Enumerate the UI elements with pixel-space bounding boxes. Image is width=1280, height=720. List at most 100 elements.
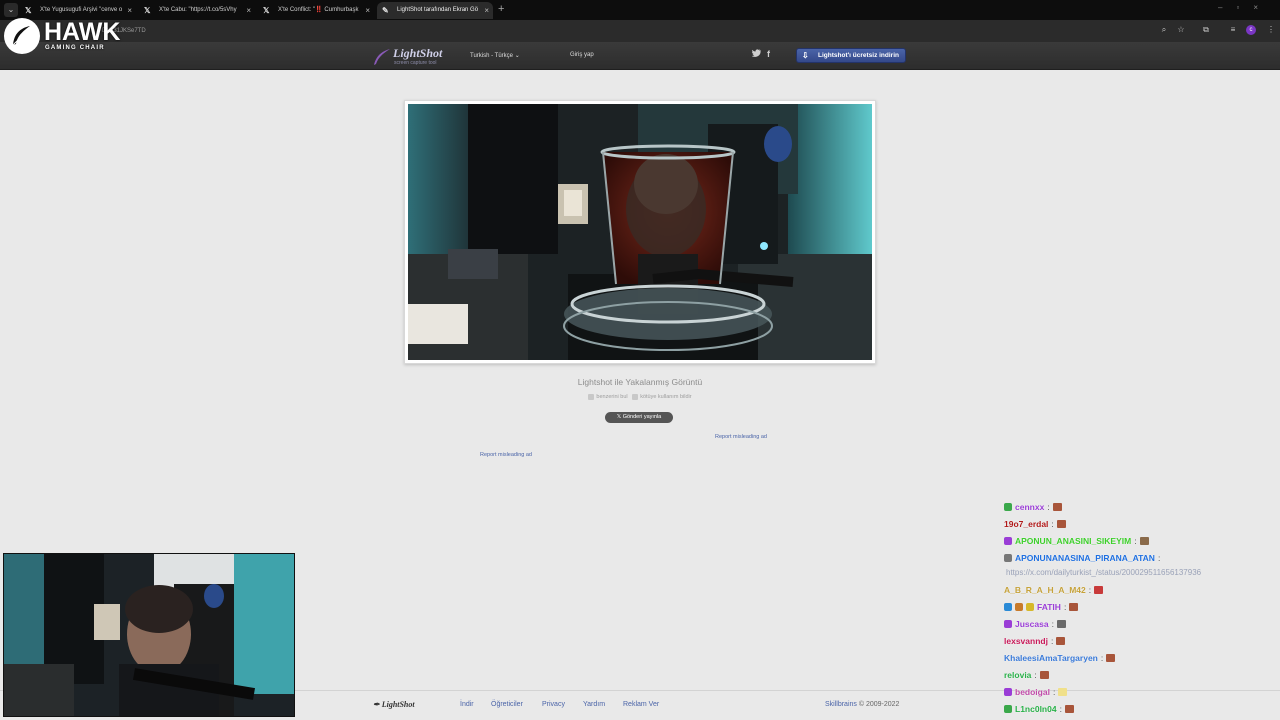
- browser-tab[interactable]: 𝕏 X'te Yugusugufi Arşivi "cenve o ×: [20, 2, 136, 19]
- hawk-logo-overlay: HAWK GAMING CHAIR: [4, 18, 120, 56]
- x-logo-icon: 𝕏: [263, 6, 270, 15]
- badge-icon: [1015, 603, 1023, 611]
- footer-link-help[interactable]: Yardım: [583, 701, 605, 708]
- lightshot-logo[interactable]: LightShot screen capture tool: [373, 46, 463, 68]
- badge-icon: [1026, 603, 1034, 611]
- subscriber-badge-icon: [1004, 503, 1012, 511]
- find-similar-link[interactable]: benzerini bul: [588, 394, 628, 401]
- report-abuse-link[interactable]: kötüye kullanım bildir: [632, 394, 692, 401]
- chat-message: relovia:: [1004, 670, 1049, 684]
- browser-tab-bar: ⌄ 𝕏 X'te Yugusugufi Arşivi "cenve o × 𝕏 …: [0, 0, 1280, 20]
- tab-title: LightShot tarafından Ekran Gö: [397, 7, 479, 13]
- similar-icon: [588, 394, 595, 400]
- emote-icon: [1039, 671, 1049, 679]
- tab-title: X'te Conflict: "‼️ Cumhurbaşk: [278, 7, 359, 13]
- emote-icon: [1064, 705, 1074, 713]
- share-post-button[interactable]: 𝕏 Gönderi yayınla: [605, 412, 673, 423]
- chat-separator: :: [1050, 636, 1054, 646]
- emote-icon: [1069, 603, 1079, 611]
- download-button[interactable]: ⇩ Lightshot'ı ücretsiz indirin: [796, 48, 906, 63]
- close-icon[interactable]: ×: [246, 2, 251, 19]
- chat-message-link[interactable]: https://x.com/dailyturkist_/status/20002…: [1006, 568, 1201, 577]
- close-icon[interactable]: ×: [127, 2, 132, 19]
- lightshot-logo-text: LightShot: [393, 46, 443, 60]
- tab-title: X'te Cabu: "https://t.co/5sVhy: [159, 7, 237, 13]
- subscriber-badge-icon: [1004, 705, 1012, 713]
- find-similar-label: benzerini bul: [596, 394, 628, 401]
- login-link[interactable]: Giriş yap: [570, 52, 594, 58]
- chat-username: bedoigal: [1015, 687, 1050, 697]
- chat-message: 19o7_erdal:: [1004, 519, 1066, 533]
- skillbrains-link[interactable]: Skillbrains: [825, 701, 857, 708]
- footer-logo[interactable]: ✒ LightShot: [373, 700, 415, 709]
- lightshot-feather-icon: [374, 49, 390, 65]
- download-button-label: Lightshot'ı ücretsiz indirin: [818, 52, 899, 59]
- subscriber-badge-icon: [1004, 620, 1012, 628]
- footer-link-privacy[interactable]: Privacy: [542, 701, 565, 708]
- share-post-label: Gönderi yayınla: [622, 414, 662, 420]
- chat-message: Juscasa:: [1004, 619, 1066, 633]
- close-icon[interactable]: ×: [484, 2, 489, 19]
- chat-message: cennxx:: [1004, 502, 1062, 516]
- feather-icon: ✒: [373, 700, 380, 709]
- chat-username: lexsvanndj: [1004, 636, 1048, 646]
- tab-search-button[interactable]: ⌄: [4, 3, 18, 17]
- chat-message: KhaleesiAmaTargaryen:: [1004, 653, 1116, 667]
- more-menu-icon[interactable]: ⋮: [1266, 25, 1276, 35]
- hawk-feather-icon: [4, 18, 40, 54]
- footer-link-download[interactable]: İndir: [460, 701, 474, 708]
- report-abuse-label: kötüye kullanım bildir: [640, 394, 692, 401]
- twitter-icon[interactable]: [751, 49, 761, 59]
- address-bar[interactable]: DXs31JKSe7TD: [100, 24, 1180, 38]
- footer-copyright: Skillbrains © 2009-2022: [825, 701, 899, 708]
- subscriber-badge-icon: [1004, 554, 1012, 562]
- language-label: Turkish - Türkçe: [470, 53, 514, 59]
- subscriber-badge-icon: [1004, 537, 1012, 545]
- chat-separator: :: [1052, 687, 1056, 697]
- subscriber-badge-icon: [1004, 603, 1012, 611]
- footer-link-advertise[interactable]: Reklam Ver: [623, 701, 659, 708]
- bookmark-star-icon[interactable]: ☆: [1176, 25, 1186, 35]
- media-icon[interactable]: ≡: [1228, 25, 1238, 35]
- chat-message: L1nc0ln04:: [1004, 704, 1074, 718]
- facebook-icon[interactable]: f: [767, 49, 770, 59]
- browser-tab[interactable]: 𝕏 X'te Cabu: "https://t.co/5sVhy ×: [139, 2, 255, 19]
- browser-toolbar: DXs31JKSe7TD ⌕ ☆ ⧉ ≡ c ⋮: [0, 20, 1280, 42]
- footer-logo-text: LightShot: [381, 700, 415, 709]
- extensions-icon[interactable]: ⧉: [1201, 25, 1211, 35]
- chat-username: APONUNANASINA_PIRANA_ATAN: [1015, 553, 1155, 563]
- chat-separator: :: [1059, 704, 1062, 714]
- emote-icon: [1139, 537, 1149, 545]
- chat-separator: :: [1063, 602, 1067, 612]
- chat-message: APONUNANASINA_PIRANA_ATAN:: [1004, 553, 1163, 567]
- tab-title: X'te Yugusugufi Arşivi "cenve o: [40, 7, 123, 13]
- chat-separator: :: [1051, 519, 1054, 529]
- emote-icon: [1056, 637, 1066, 645]
- profile-avatar[interactable]: c: [1246, 25, 1256, 35]
- lightshot-tagline: screen capture tool: [394, 60, 437, 66]
- footer-link-tutorials[interactable]: Öğreticiler: [491, 701, 523, 708]
- zoom-icon[interactable]: ⌕: [1159, 25, 1169, 35]
- browser-tab-active[interactable]: ✎ LightShot tarafından Ekran Gö ×: [377, 2, 493, 19]
- close-icon[interactable]: ×: [365, 2, 370, 19]
- window-controls[interactable]: –▫×: [1218, 3, 1272, 12]
- emote-icon: [1056, 520, 1066, 528]
- chat-username: A_B_R_A_H_A_M42: [1004, 585, 1086, 595]
- screenshot-image[interactable]: [408, 104, 872, 360]
- copyright-text: © 2009-2022: [858, 701, 900, 708]
- x-logo-icon: 𝕏: [25, 6, 32, 15]
- new-tab-button[interactable]: +: [498, 3, 504, 15]
- emote-icon: [1106, 654, 1116, 662]
- report-ad-link[interactable]: Report misleading ad: [480, 452, 532, 458]
- language-selector[interactable]: Turkish - Türkçe ⌄: [470, 52, 520, 59]
- report-ad-link[interactable]: Report misleading ad: [715, 434, 767, 440]
- chat-separator: :: [1047, 502, 1050, 512]
- chat-username: relovia: [1004, 670, 1032, 680]
- chat-username: APONUN_ANASINI_SIKEYIM: [1015, 536, 1132, 546]
- chat-message: APONUN_ANASINI_SIKEYIM:: [1004, 536, 1149, 550]
- lightshot-icon: ✎: [382, 6, 389, 15]
- emote-icon: [1094, 586, 1104, 594]
- browser-tab[interactable]: 𝕏 X'te Conflict: "‼️ Cumhurbaşk ×: [258, 2, 374, 19]
- chat-separator: :: [1034, 670, 1037, 680]
- image-meta-links: benzerini bul kötüye kullanım bildir: [540, 394, 740, 400]
